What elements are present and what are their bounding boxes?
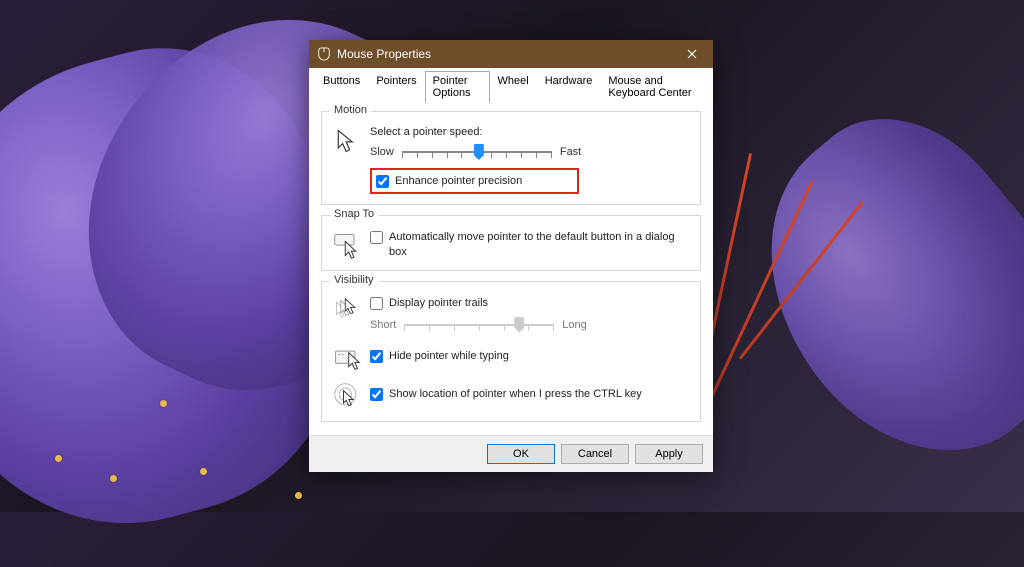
pointer-speed-label: Select a pointer speed: [370,126,690,138]
pointer-trails-icon [332,296,362,326]
group-motion-label: Motion [330,104,371,116]
tab-hardware[interactable]: Hardware [537,71,601,103]
enhance-precision-highlight: Enhance pointer precision [370,168,579,194]
pointer-trails-label[interactable]: Display pointer trails [389,296,488,310]
tab-pointer-options[interactable]: Pointer Options [425,71,490,103]
tab-mouse-keyboard-center[interactable]: Mouse and Keyboard Center [600,71,707,103]
titlebar[interactable]: Mouse Properties [309,40,713,68]
mouse-properties-dialog: Mouse Properties Buttons Pointers Pointe… [309,40,713,472]
tab-pointers[interactable]: Pointers [368,71,424,103]
cancel-button[interactable]: Cancel [561,444,629,464]
enhance-precision-label[interactable]: Enhance pointer precision [395,174,522,188]
group-snap-to: Snap To Automatically move pointer to th… [321,215,701,271]
pointer-speed-slider[interactable] [402,142,552,162]
ok-button[interactable]: OK [487,444,555,464]
pointer-trails-checkbox[interactable] [370,297,383,310]
pointer-speed-icon [332,126,362,156]
enhance-precision-checkbox[interactable] [376,175,389,188]
short-label: Short [370,319,396,331]
long-label: Long [562,319,586,331]
hide-typing-icon [332,343,362,373]
apply-button[interactable]: Apply [635,444,703,464]
snap-to-checkbox[interactable] [370,231,383,244]
tabstrip: Buttons Pointers Pointer Options Wheel H… [309,68,713,102]
tab-buttons[interactable]: Buttons [315,71,368,103]
show-location-ctrl-checkbox[interactable] [370,388,383,401]
window-title: Mouse Properties [337,47,671,61]
show-location-ctrl-label[interactable]: Show location of pointer when I press th… [389,387,642,401]
snap-to-label[interactable]: Automatically move pointer to the defaul… [389,230,690,259]
snap-to-icon [332,230,362,260]
button-bar: OK Cancel Apply [309,435,713,472]
client-area: Motion Select a pointer speed: Slow Fas [309,103,713,435]
slow-label: Slow [370,146,394,158]
hide-while-typing-checkbox[interactable] [370,350,383,363]
fast-label: Fast [560,146,581,158]
ctrl-location-icon [332,381,362,411]
group-snap-label: Snap To [330,208,378,220]
trails-length-slider [404,315,554,335]
group-visibility: Visibility Display pointer trails [321,281,701,421]
group-visibility-label: Visibility [330,274,378,286]
hide-while-typing-label[interactable]: Hide pointer while typing [389,349,509,363]
tab-wheel[interactable]: Wheel [490,71,537,103]
close-button[interactable] [671,40,713,68]
group-motion: Motion Select a pointer speed: Slow Fas [321,111,701,205]
mouse-icon [317,47,331,61]
